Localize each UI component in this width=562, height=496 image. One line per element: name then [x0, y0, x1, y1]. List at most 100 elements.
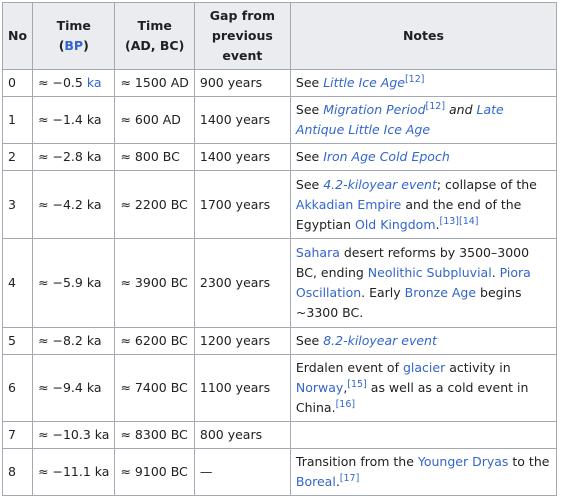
time-bp-value: ≈ −8.2 ka — [38, 333, 102, 348]
header-time-bp: Time (BP) — [32, 2, 116, 70]
note-link[interactable]: glacier — [403, 360, 445, 375]
header-gap: Gap from previous event — [193, 2, 291, 70]
note-text: Transition from the — [295, 454, 418, 469]
header-time-ad: Time (AD, BC) — [114, 2, 195, 70]
time-ad-cell: ≈ 1500 AD — [114, 69, 195, 97]
time-ad-cell: ≈ 6200 BC — [114, 327, 195, 355]
row-number-cell: 6 — [1, 354, 34, 422]
table-row: 8 ≈ −11.1 ka ≈ 9100 BC — Transition from the… — [1, 448, 558, 496]
note-link[interactable]: Neolithic Subpluvial — [368, 265, 492, 280]
time-bp-value: ≈ −10.3 ka — [38, 427, 110, 442]
notes-cell: See 8.2-kiloyear event — [289, 327, 558, 355]
header-time-bp-label: Time — [56, 18, 91, 33]
note-text: See — [295, 102, 324, 117]
note-link[interactable]: Norway — [296, 380, 343, 395]
time-bp-value: ≈ −4.2 ka — [38, 196, 102, 212]
time-bp-value: ≈ −9.4 ka — [38, 380, 102, 395]
notes-cell: Transition from the Younger Dryas to the… — [289, 448, 558, 496]
note-text: See — [295, 75, 324, 90]
table-row: 7 ≈ −10.3 ka ≈ 8300 BC 800 years — [1, 421, 558, 449]
note-text: . — [491, 265, 500, 280]
time-bp-cell: ≈ −0.5 ka — [32, 69, 116, 97]
time-ad-cell: ≈ 600 AD — [114, 96, 195, 144]
time-bp-cell: ≈ −1.4 ka — [32, 96, 116, 144]
time-ad-cell: ≈ 7400 BC — [114, 354, 195, 422]
note-link[interactable]: Old Kingdom — [355, 217, 436, 232]
row-number-cell: 4 — [1, 238, 34, 328]
note-link[interactable]: Boreal — [296, 474, 336, 489]
citation-link[interactable]: [15] — [347, 379, 367, 390]
gap-cell: 1100 years — [193, 354, 291, 422]
time-bp-cell: ≈ −10.3 ka — [32, 421, 116, 449]
note-see-link[interactable]: Migration Period — [323, 102, 425, 117]
time-bp-cell: ≈ −9.4 ka — [32, 354, 116, 422]
notes-cell: Erdalen event of glacier activity in Nor… — [289, 354, 558, 422]
row-number-cell: 7 — [1, 421, 34, 449]
gap-cell: 2300 years — [193, 238, 291, 328]
note-link[interactable]: Sahara — [296, 245, 340, 260]
header-notes-label: Notes — [402, 28, 444, 43]
note-link[interactable]: Younger Dryas — [418, 454, 509, 469]
time-ad-cell: ≈ 9100 BC — [114, 448, 195, 496]
citation-link[interactable]: [12] — [426, 101, 446, 112]
gap-cell: 1200 years — [193, 327, 291, 355]
row-number-cell: 2 — [1, 143, 34, 171]
notes-cell: See Little Ice Age[12] — [289, 69, 558, 97]
time-ad-cell: ≈ 800 BC — [114, 143, 195, 171]
gap-cell: 1400 years — [193, 143, 291, 171]
notes-cell: Sahara desert reforms by 3500–3000 BC, e… — [289, 238, 558, 328]
gap-cell: 1400 years — [193, 96, 291, 144]
gap-cell: 900 years — [193, 69, 291, 97]
note-text: See — [295, 333, 324, 348]
citation-link[interactable]: [12] — [405, 74, 425, 85]
ka-link[interactable]: ka — [87, 75, 102, 90]
note-see-link[interactable]: 4.2-kiloyear event — [323, 177, 437, 192]
note-link[interactable]: Akkadian Empire — [296, 197, 401, 212]
time-bp-value: ≈ −0.5 — [38, 75, 87, 90]
note-link[interactable]: Bronze Age — [405, 285, 476, 300]
table-row: 1 ≈ −1.4 ka ≈ 600 AD 1400 years See Migratio… — [1, 96, 558, 144]
cold-events-table: No Time (BP) Time (AD, BC) Gap from prev… — [1, 2, 558, 496]
notes-cell: See Iron Age Cold Epoch — [289, 143, 558, 171]
citation-link[interactable]: [17] — [340, 473, 360, 484]
note-text: ; collapse of the — [436, 176, 537, 192]
time-ad-cell: ≈ 3900 BC — [114, 238, 195, 328]
notes-cell — [289, 421, 558, 449]
citation-link[interactable]: [13][14] — [440, 215, 479, 226]
table-row: 6 ≈ −9.4 ka ≈ 7400 BC 1100 years Erdalen eve… — [1, 354, 558, 422]
note-text: Erdalen event of — [295, 360, 403, 375]
note-text: See — [295, 149, 324, 164]
table-row: 2 ≈ −2.8 ka ≈ 800 BC 1400 years See Iron Age… — [1, 143, 558, 171]
row-number-cell: 1 — [1, 96, 34, 144]
time-ad-cell: ≈ 2200 BC — [114, 170, 195, 239]
header-gap-line3: event — [222, 48, 263, 63]
time-bp-cell: ≈ −5.9 ka — [32, 238, 116, 328]
table-row: 5 ≈ −8.2 ka ≈ 6200 BC 1200 years See 8.2-kil… — [1, 327, 558, 355]
notes-cell: See Migration Period[12] and Late Antiqu… — [289, 96, 558, 144]
header-gap-line1: Gap from — [209, 8, 275, 23]
time-bp-value: ≈ −11.1 ka — [38, 464, 110, 479]
table-row: 0 ≈ −0.5 ka ≈ 1500 AD 900 years See Little I… — [1, 69, 558, 97]
gap-cell: — — [193, 448, 291, 496]
note-see-link[interactable]: Little Ice Age — [323, 75, 405, 90]
time-ad-cell: ≈ 8300 BC — [114, 421, 195, 449]
time-bp-cell: ≈ −2.8 ka — [32, 143, 116, 171]
header-no: No — [1, 2, 34, 70]
row-number-cell: 0 — [1, 69, 34, 97]
gap-cell: 800 years — [193, 421, 291, 449]
time-bp-value: ≈ −5.9 ka — [38, 275, 102, 290]
note-see-link[interactable]: 8.2-kiloyear event — [323, 333, 437, 348]
note-see-link[interactable]: Iron Age Cold Epoch — [323, 149, 450, 164]
table-row: 4 ≈ −5.9 ka ≈ 3900 BC 2300 years Sahara dese… — [1, 238, 558, 328]
citation-link[interactable]: [16] — [336, 399, 356, 410]
notes-cell: See 4.2-kiloyear event; collapse of the … — [289, 170, 558, 239]
row-number-cell: 8 — [1, 448, 34, 496]
bp-link[interactable]: BP — [64, 38, 83, 53]
note-text: activity in — [445, 360, 511, 375]
time-bp-value: ≈ −1.4 ka — [38, 112, 102, 127]
note-text: See — [295, 176, 324, 192]
header-gap-line2: previous — [211, 28, 273, 43]
note-text: to the — [508, 454, 550, 469]
time-bp-value: ≈ −2.8 ka — [38, 149, 102, 164]
table-row: 3 ≈ −4.2 ka ≈ 2200 BC 1700 years See 4.2-kil… — [1, 170, 558, 239]
